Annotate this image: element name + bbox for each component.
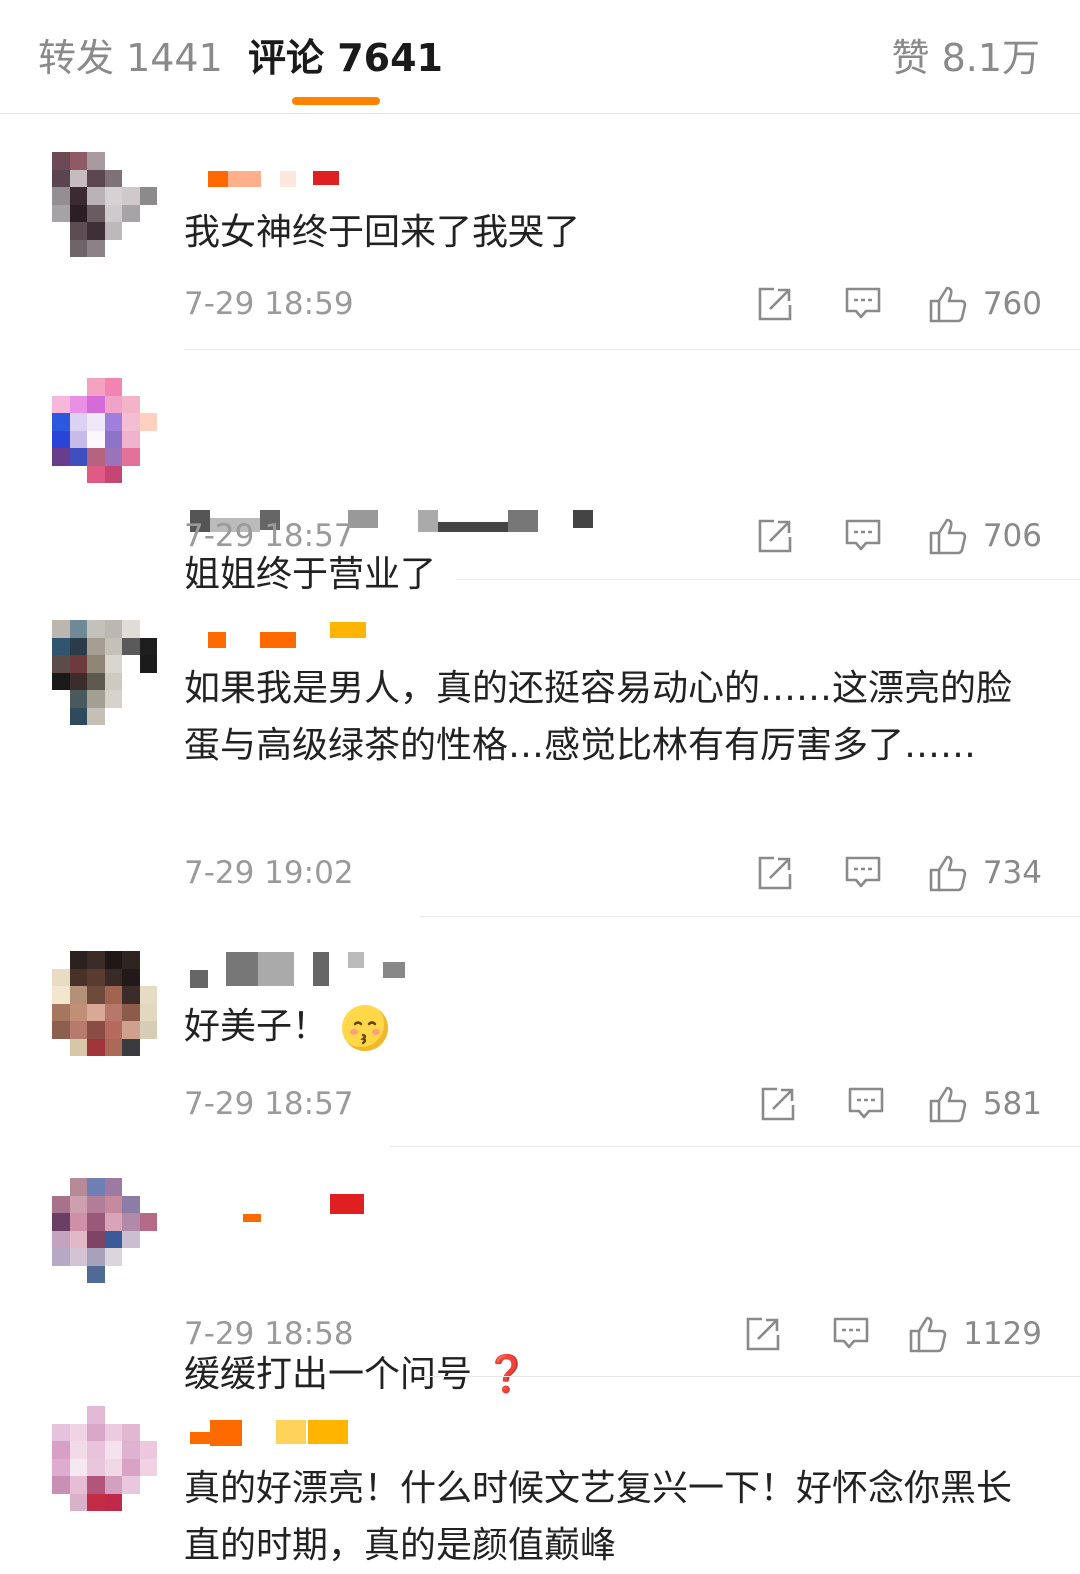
comment-item: 我女神终于回来了我哭了 7-29 18:59 760: [0, 114, 1080, 350]
divider: [420, 1376, 1080, 1377]
reply-icon: [845, 519, 881, 551]
thumbs-up-icon: [909, 1316, 947, 1353]
username[interactable]: [188, 1420, 428, 1446]
username[interactable]: [188, 622, 428, 648]
comment-text-content: 缓缓打出一个问号: [184, 1354, 473, 1395]
comment-time: 7-29 18:58: [184, 1316, 354, 1352]
active-tab-indicator: [292, 97, 380, 105]
comment-meta: 7-29 18:58 1129: [184, 1312, 1042, 1356]
comment-meta: 7-29 18:57 581: [184, 1082, 1042, 1126]
tab-comment[interactable]: 评论 7641: [248, 34, 443, 82]
divider: [390, 1146, 1080, 1147]
comment-meta: 7-29 19:02 734: [184, 851, 1042, 895]
reply-button[interactable]: [844, 282, 882, 326]
reply-button[interactable]: [844, 514, 882, 558]
comment-time: 7-29 18:57: [184, 518, 354, 554]
share-button[interactable]: [759, 1082, 797, 1126]
comment-text-content: 好美子！: [184, 1006, 329, 1047]
avatar[interactable]: [52, 620, 157, 725]
like-count: 581: [982, 1086, 1042, 1122]
tab-like[interactable]: 赞 8.1万: [891, 34, 1040, 82]
like-count: 734: [982, 855, 1042, 891]
tab-repost[interactable]: 转发 1441: [38, 34, 223, 82]
comment-time: 7-29 18:59: [184, 286, 354, 322]
share-icon: [761, 1087, 795, 1121]
thumbs-up-icon: [929, 518, 967, 555]
divider: [456, 579, 1080, 580]
thumbs-up-icon: [929, 1086, 967, 1123]
divider: [420, 916, 1080, 917]
reply-button[interactable]: [847, 1082, 885, 1126]
avatar[interactable]: [52, 1406, 157, 1511]
avatar[interactable]: [52, 378, 157, 483]
thumbs-up-icon: [929, 286, 967, 323]
username[interactable]: [188, 1194, 428, 1222]
comment-meta: 7-29 18:57 706: [184, 514, 1042, 558]
username[interactable]: [188, 171, 428, 197]
avatar[interactable]: [52, 951, 157, 1056]
question-mark-emoji-icon: ❓: [484, 1354, 529, 1395]
avatar[interactable]: [52, 152, 157, 257]
comment-tabs: 转发 1441 评论 7641 赞 8.1万: [0, 0, 1080, 114]
like-count: 1129: [963, 1316, 1042, 1352]
share-button[interactable]: [744, 1312, 782, 1356]
comment-meta: 7-29 18:59 760: [184, 282, 1042, 326]
comment-text: 如果我是男人，真的还挺容易动心的……这漂亮的脸蛋与高级绿茶的性格…感觉比林有有厉…: [184, 668, 1013, 766]
avatar[interactable]: [52, 1178, 157, 1283]
like-count: 760: [982, 286, 1042, 322]
comment-text: 好美子！: [184, 998, 1042, 1055]
like-button[interactable]: 1129: [907, 1312, 1042, 1356]
share-icon: [758, 856, 792, 890]
share-button[interactable]: [756, 851, 794, 895]
comment-time: 7-29 19:02: [184, 855, 354, 891]
reply-button[interactable]: [844, 851, 882, 895]
thumbs-up-icon: [929, 855, 967, 892]
reply-icon: [845, 856, 881, 888]
reply-icon: [848, 1087, 884, 1119]
share-button[interactable]: [756, 282, 794, 326]
like-button[interactable]: 734: [927, 851, 1042, 895]
share-icon: [758, 519, 792, 553]
reply-button[interactable]: [832, 1312, 870, 1356]
share-button[interactable]: [756, 514, 794, 558]
kissing-face-emoji-icon: [342, 1005, 389, 1051]
comment-text: 真的好漂亮！什么时候文艺复兴一下！好怀念你黑长直的时期，真的是颜值巅峰: [184, 1468, 1013, 1566]
reply-icon: [845, 287, 881, 319]
share-icon: [746, 1317, 780, 1351]
share-icon: [758, 287, 792, 321]
like-button[interactable]: 581: [927, 1082, 1042, 1126]
username[interactable]: [188, 952, 428, 988]
comment-time: 7-29 18:57: [184, 1086, 354, 1122]
like-button[interactable]: 760: [927, 282, 1042, 326]
comment-text: 我女神终于回来了我哭了: [184, 212, 581, 253]
like-button[interactable]: 706: [927, 514, 1042, 558]
like-count: 706: [982, 518, 1042, 554]
reply-icon: [833, 1317, 869, 1349]
